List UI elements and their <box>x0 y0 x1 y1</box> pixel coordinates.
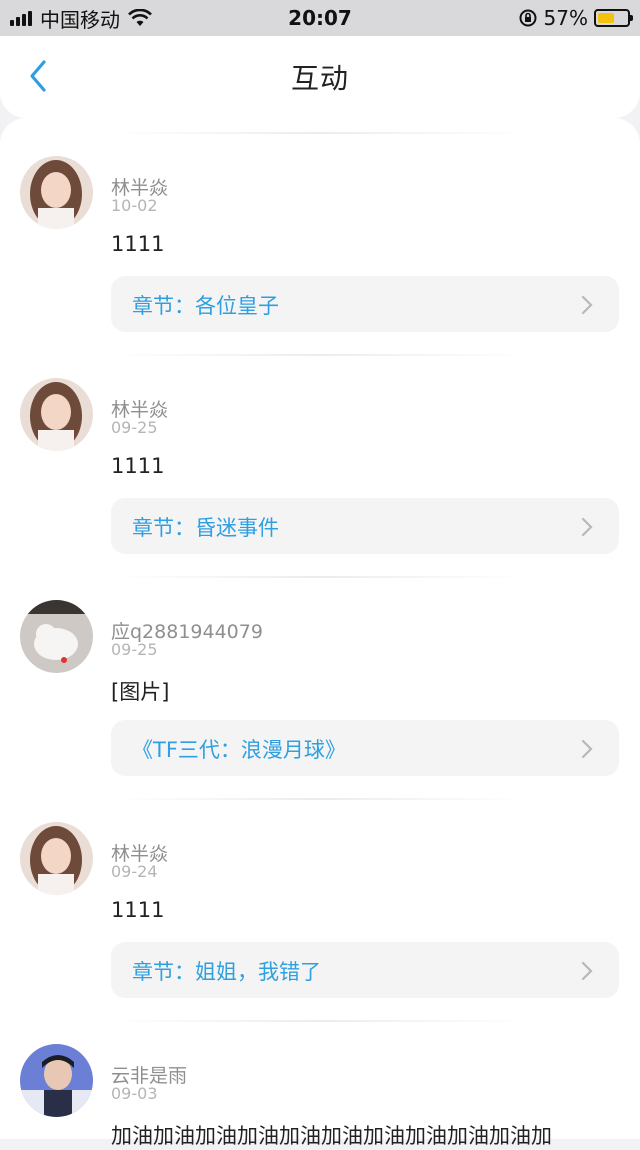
avatar[interactable] <box>20 378 93 451</box>
avatar[interactable] <box>20 156 93 229</box>
divider <box>110 132 530 134</box>
comment-date: 09-25 <box>111 418 158 437</box>
divider <box>110 576 530 578</box>
comment-text: [图片] <box>111 680 170 704</box>
chapter-link[interactable]: 章节：昏迷事件 <box>111 498 619 554</box>
divider <box>110 1020 530 1022</box>
nav-bar: 互动 <box>0 36 640 118</box>
divider <box>110 354 530 356</box>
comment-text: 1111 <box>111 232 165 256</box>
chevron-right-icon <box>581 517 593 537</box>
avatar-girl-image <box>20 822 93 895</box>
comment-date: 10-02 <box>111 196 158 215</box>
status-time: 20:07 <box>288 6 352 30</box>
avatar[interactable] <box>20 822 93 895</box>
battery-percent: 57% <box>543 6 588 30</box>
chapter-link[interactable]: 章节：各位皇子 <box>111 276 619 332</box>
status-bar: 中国移动 20:07 57% <box>0 0 640 36</box>
book-link[interactable]: 《TF三代：浪漫月球》 <box>111 720 619 776</box>
battery-icon <box>594 9 633 27</box>
back-button[interactable] <box>18 56 58 96</box>
comment-date: 09-24 <box>111 862 158 881</box>
avatar-cat-image <box>20 600 93 673</box>
comment-text: 加油加油加油加油加油加油加油加油加油加油加 <box>111 1124 552 1148</box>
comment-text: 1111 <box>111 898 165 922</box>
book-link-label: 《TF三代：浪漫月球》 <box>132 738 346 762</box>
orientation-lock-icon <box>519 9 537 27</box>
chapter-link-label: 章节：各位皇子 <box>132 294 279 318</box>
comment-date: 09-25 <box>111 640 158 659</box>
comment-text: 1111 <box>111 454 165 478</box>
chevron-right-icon <box>581 295 593 315</box>
avatar[interactable] <box>20 1044 93 1117</box>
avatar-boy-image <box>20 1044 93 1117</box>
chapter-link-label: 章节：昏迷事件 <box>132 516 279 540</box>
avatar[interactable] <box>20 600 93 673</box>
chapter-link[interactable]: 章节：姐姐，我错了 <box>111 942 619 998</box>
chapter-link-label: 章节：姐姐，我错了 <box>132 960 321 984</box>
interaction-list: 林半焱 10-02 1111 章节：各位皇子 林半焱 09-25 1111 章节… <box>0 118 640 1148</box>
divider <box>110 798 530 800</box>
avatar-girl-image <box>20 378 93 451</box>
chevron-right-icon <box>581 961 593 981</box>
page-title: 互动 <box>290 62 349 95</box>
comment-date: 09-03 <box>111 1084 158 1103</box>
chevron-left-icon[interactable] <box>27 59 49 93</box>
avatar-girl-image <box>20 156 93 229</box>
chevron-right-icon <box>581 739 593 759</box>
